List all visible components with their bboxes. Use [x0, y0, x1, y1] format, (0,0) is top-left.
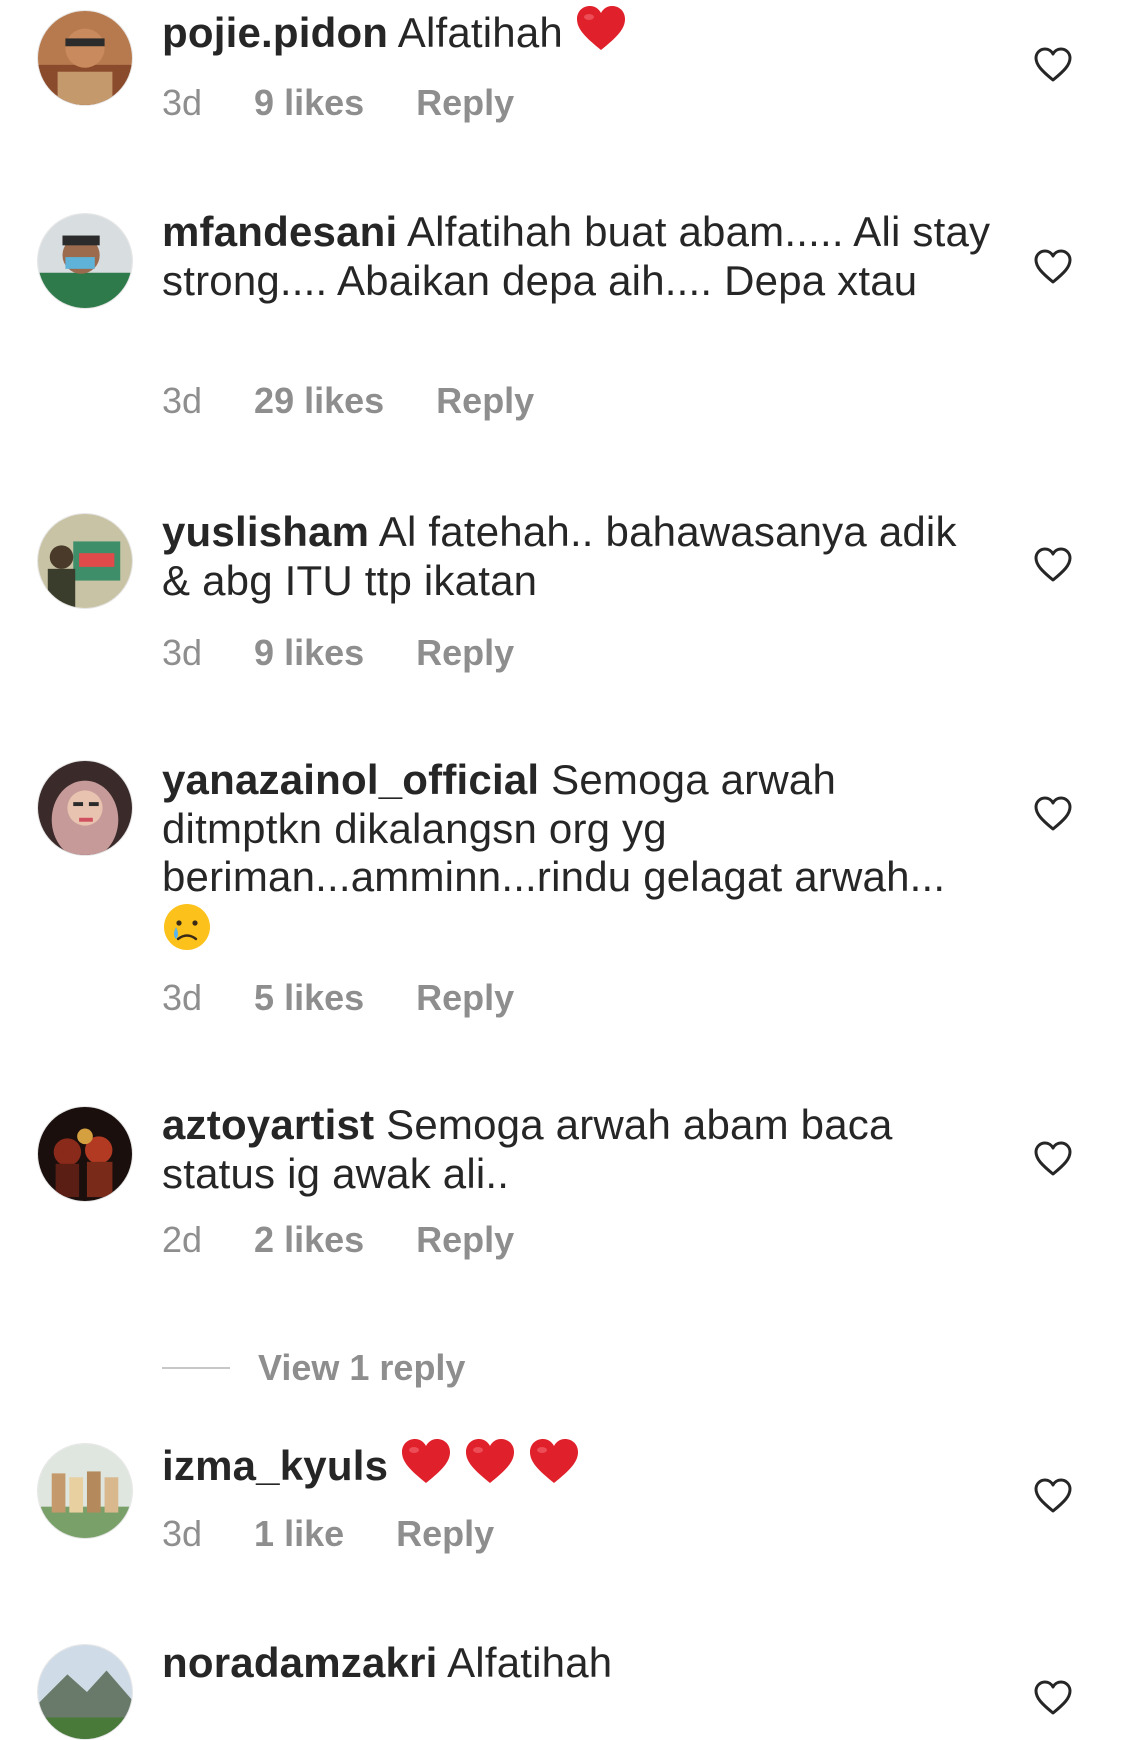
heart-outline-icon [1034, 1478, 1072, 1513]
comment-body: Alfatihah [447, 1639, 613, 1686]
avatar[interactable] [37, 213, 133, 309]
reply-button[interactable]: Reply [416, 81, 514, 125]
red-heart-icon [464, 1438, 516, 1497]
comment-timestamp: 3d [162, 977, 203, 1018]
comment-meta: 3d 1 like Reply [162, 1512, 494, 1556]
comment-username[interactable]: pojie.pidon [162, 9, 388, 56]
comment-meta: 2d 2 likes Reply [162, 1218, 514, 1262]
comment-username[interactable]: mfandesani [162, 208, 397, 255]
comment-username[interactable]: aztoyartist [162, 1101, 374, 1148]
like-button[interactable] [1033, 247, 1073, 287]
avatar[interactable] [37, 760, 133, 856]
comment-likes-count[interactable]: 1 like [254, 1512, 344, 1556]
comment-text: yanazainol_official Semoga arwah ditmptk… [162, 756, 992, 962]
comment-username[interactable]: izma_kyuls [162, 1442, 388, 1489]
comment-likes-count[interactable]: 9 likes [254, 631, 364, 675]
comment-likes-count[interactable]: 5 likes [254, 976, 364, 1020]
like-button[interactable] [1033, 1476, 1073, 1516]
reply-button[interactable]: Reply [416, 1218, 514, 1262]
heart-outline-icon [1034, 1680, 1072, 1715]
comment-text: izma_kyuls [162, 1438, 992, 1497]
comment-text: noradamzakri Alfatihah [162, 1639, 992, 1688]
view-replies-button[interactable]: View 1 reply [162, 1346, 465, 1390]
avatar[interactable] [37, 1106, 133, 1202]
comment-timestamp: 3d [162, 632, 203, 673]
red-heart-icon [528, 1438, 580, 1497]
comment-text: aztoyartist Semoga arwah abam baca statu… [162, 1101, 992, 1198]
comment-body: Alfatihah [397, 9, 563, 56]
reply-button[interactable]: Reply [416, 631, 514, 675]
like-button[interactable] [1033, 794, 1073, 834]
like-button[interactable] [1033, 1678, 1073, 1718]
comment-username[interactable]: yuslisham [162, 508, 369, 555]
comment-likes-count[interactable]: 29 likes [254, 379, 384, 423]
avatar[interactable] [37, 10, 133, 106]
red-heart-icon [400, 1438, 452, 1497]
comment-timestamp: 3d [162, 380, 203, 421]
crying-face-icon [162, 902, 212, 963]
comment-timestamp: 3d [162, 1513, 203, 1554]
comment-meta: 3d 29 likes Reply [162, 379, 534, 423]
comment-timestamp: 3d [162, 82, 203, 123]
heart-outline-icon [1034, 249, 1072, 284]
comment-username[interactable]: yanazainol_official [162, 756, 539, 803]
comment-text: mfandesani Alfatihah buat abam..... Ali … [162, 208, 992, 305]
reply-button[interactable]: Reply [416, 976, 514, 1020]
avatar[interactable] [37, 513, 133, 609]
comment-meta: 3d 5 likes Reply [162, 976, 514, 1020]
reply-divider-line [162, 1367, 230, 1369]
comment-meta: 3d 9 likes Reply [162, 81, 514, 125]
like-button[interactable] [1033, 45, 1073, 85]
heart-outline-icon [1034, 1141, 1072, 1176]
like-button[interactable] [1033, 545, 1073, 585]
comment-likes-count[interactable]: 9 likes [254, 81, 364, 125]
reply-button[interactable]: Reply [396, 1512, 494, 1556]
comment-likes-count[interactable]: 2 likes [254, 1218, 364, 1262]
heart-outline-icon [1034, 547, 1072, 582]
reply-button[interactable]: Reply [436, 379, 534, 423]
heart-outline-icon [1034, 796, 1072, 831]
comment-text: yuslisham Al fatehah.. bahawasanya adik … [162, 508, 992, 605]
avatar[interactable] [37, 1443, 133, 1539]
comment-timestamp: 2d [162, 1219, 203, 1260]
avatar[interactable] [37, 1644, 133, 1740]
comment-username[interactable]: noradamzakri [162, 1639, 438, 1686]
heart-outline-icon [1034, 47, 1072, 82]
red-heart-icon [575, 5, 627, 64]
view-replies-label[interactable]: View 1 reply [258, 1347, 465, 1388]
like-button[interactable] [1033, 1139, 1073, 1179]
comment-text: pojie.pidon Alfatihah [162, 5, 992, 64]
comment-meta: 3d 9 likes Reply [162, 631, 514, 675]
